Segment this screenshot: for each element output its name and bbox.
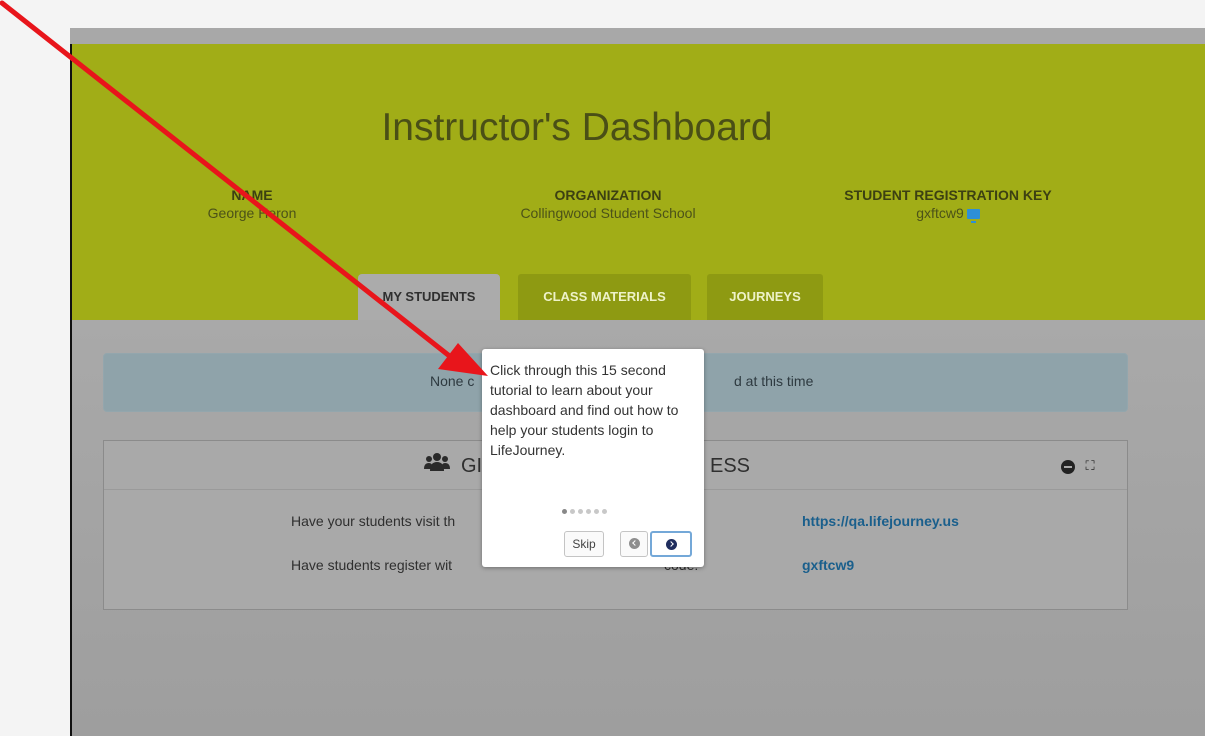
annotation-arrow-overlay (0, 0, 488, 376)
annotation-arrow-head (438, 343, 488, 376)
annotation-arrow-shaft (0, 0, 455, 361)
